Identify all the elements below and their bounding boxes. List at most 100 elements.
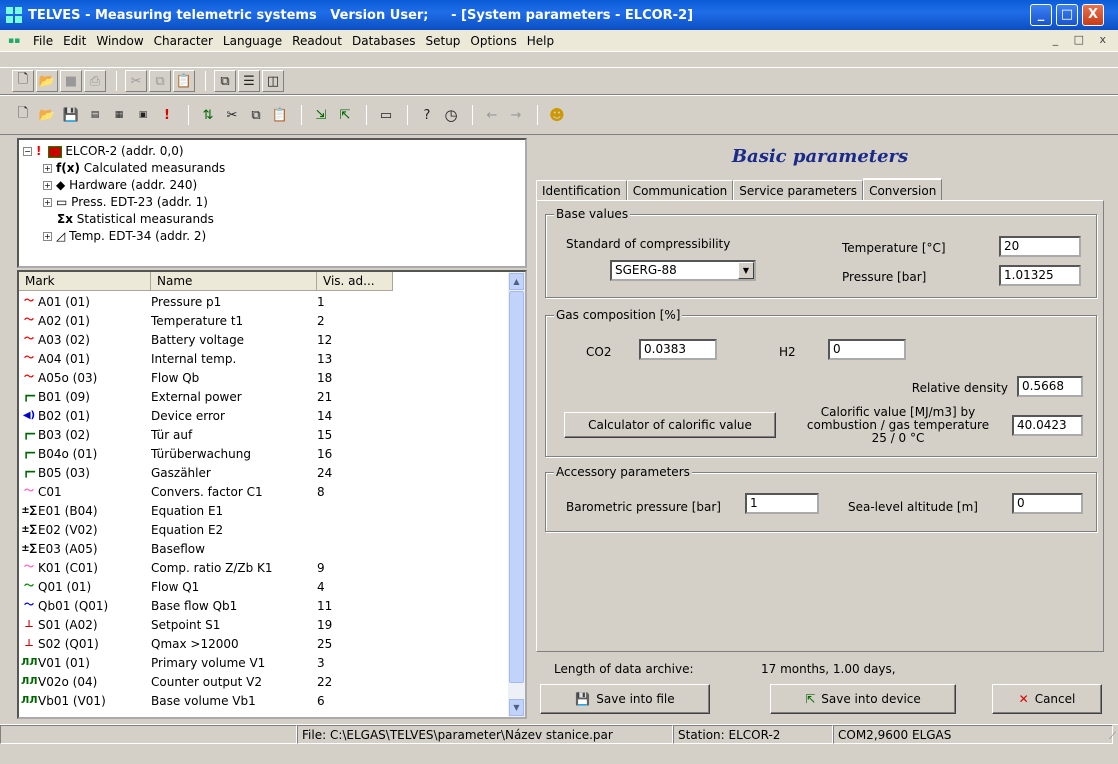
expand-icon[interactable]: +: [43, 181, 52, 190]
tile-vertical-icon[interactable]: ◫: [262, 70, 284, 92]
dpc-icon[interactable]: ▤: [84, 104, 106, 126]
menu-setup[interactable]: Setup: [420, 34, 465, 48]
menu-databases[interactable]: Databases: [347, 34, 421, 48]
copy-icon[interactable]: ⧉: [149, 70, 171, 92]
transfer-icon[interactable]: ⇅: [197, 104, 219, 126]
menu-window[interactable]: Window: [91, 34, 148, 48]
device-tree[interactable]: −! ELCOR-2 (addr. 0,0) + f(x) Calculated …: [17, 138, 527, 268]
list-item[interactable]: ±∑ E01 (B04) Equation E1: [19, 501, 397, 520]
scroll-up-icon[interactable]: ▲: [509, 273, 524, 290]
open-icon[interactable]: 📂: [36, 70, 58, 92]
co2-input[interactable]: 0.0383: [639, 339, 717, 360]
tree-node-temperature[interactable]: + ◿ Temp. EDT-34 (addr. 2): [43, 229, 206, 243]
menu-help[interactable]: Help: [522, 34, 559, 48]
list-item[interactable]: ЛЛ V02o (04) Counter output V2 22: [19, 672, 397, 691]
save-icon[interactable]: ■: [60, 70, 82, 92]
temperature-input[interactable]: 20: [999, 236, 1081, 257]
tab-service[interactable]: Service parameters: [733, 180, 864, 200]
tab-identification[interactable]: Identification: [536, 180, 627, 200]
save-icon[interactable]: 💾: [60, 104, 82, 126]
pressure-input[interactable]: 1.01325: [999, 265, 1081, 286]
list-item[interactable]: ┏━ B05 (03) Gaszähler 24: [19, 463, 397, 482]
tree-node-statistical[interactable]: Σx Statistical measurands: [57, 212, 214, 226]
measurand-list[interactable]: Mark Name Vis. ad... 〜 A01 (01) Pressure p…: [17, 270, 527, 719]
tile-horizontal-icon[interactable]: ☰: [238, 70, 260, 92]
menu-options[interactable]: Options: [465, 34, 521, 48]
copy-icon[interactable]: ⧉: [245, 104, 267, 126]
column-mark[interactable]: Mark: [19, 272, 151, 290]
list-item[interactable]: ±∑ E02 (V02) Equation E2: [19, 520, 397, 539]
list-item[interactable]: 〜 K01 (C01) Comp. ratio Z/Zb K1 9: [19, 558, 397, 577]
column-name[interactable]: Name: [151, 272, 317, 290]
tab-communication[interactable]: Communication: [626, 180, 734, 200]
list-item[interactable]: ⊥ S01 (A02) Setpoint S1 19: [19, 615, 397, 634]
cut-icon[interactable]: ✂: [221, 104, 243, 126]
cascade-icon[interactable]: ⧉: [214, 70, 236, 92]
cut-icon[interactable]: ✂: [125, 70, 147, 92]
list-item[interactable]: 〜 C01 Convers. factor C1 8: [19, 482, 397, 501]
standard-select[interactable]: SGERG-88 ▼: [610, 260, 756, 281]
minimize-button[interactable]: _: [1030, 4, 1052, 26]
list-item[interactable]: 〜 A02 (01) Temperature t1 2: [19, 311, 397, 330]
list-item[interactable]: ┏━ B03 (02) Tür auf 15: [19, 425, 397, 444]
mdi-doc-icon[interactable]: ▪▪: [8, 36, 24, 46]
list-item[interactable]: ┏━ B04o (01) Türüberwachung 16: [19, 444, 397, 463]
menu-character[interactable]: Character: [149, 34, 218, 48]
clock-icon[interactable]: ◷: [440, 104, 462, 126]
tab-conversion[interactable]: Conversion: [863, 178, 943, 200]
list-item[interactable]: 〜 A04 (01) Internal temp. 13: [19, 349, 397, 368]
expand-icon[interactable]: +: [43, 164, 52, 173]
close-button[interactable]: X: [1082, 4, 1104, 26]
paste-icon[interactable]: 📋: [269, 104, 291, 126]
menu-edit[interactable]: Edit: [58, 34, 91, 48]
scroll-thumb[interactable]: [509, 291, 524, 683]
list-item[interactable]: 〜 Qb01 (Q01) Base flow Qb1 11: [19, 596, 397, 615]
resize-grip-icon[interactable]: ⟋: [1109, 731, 1116, 742]
scroll-down-icon[interactable]: ▼: [509, 699, 524, 716]
dropdown-arrow-icon[interactable]: ▼: [738, 262, 754, 279]
list-item[interactable]: 〜 A01 (01) Pressure p1 1: [19, 292, 397, 311]
warning-icon[interactable]: !: [156, 104, 178, 126]
menu-readout[interactable]: Readout: [287, 34, 347, 48]
title-bar[interactable]: TELVES - Measuring telemetric systems Ve…: [0, 0, 1118, 30]
tree-node-calculated[interactable]: + f(x) Calculated measurands: [43, 161, 225, 175]
list-item[interactable]: 〜 A03 (02) Battery voltage 12: [19, 330, 397, 349]
print-icon[interactable]: ⎙: [84, 70, 106, 92]
mdi-controls[interactable]: _ □ x: [1053, 33, 1112, 46]
h2-input[interactable]: 0: [828, 339, 906, 360]
list-scrollbar[interactable]: ▲ ▼: [508, 272, 525, 717]
sc-icon[interactable]: ▦: [108, 104, 130, 126]
context-help-icon[interactable]: ?: [416, 104, 438, 126]
density-input[interactable]: 0.5668: [1017, 376, 1083, 397]
barometric-input[interactable]: 1: [745, 493, 819, 514]
paste-icon[interactable]: 📋: [173, 70, 195, 92]
list-item[interactable]: ⊥ S02 (Q01) Qmax >12000 25: [19, 634, 397, 653]
collapse-icon[interactable]: −: [23, 147, 32, 156]
save-file-button[interactable]: 💾 Save into file: [540, 684, 710, 714]
back-arrow-icon[interactable]: ←: [481, 104, 503, 126]
list-item[interactable]: 〜 Q01 (01) Flow Q1 4: [19, 577, 397, 596]
tree-node-hardware[interactable]: + ◆ Hardware (addr. 240): [43, 178, 197, 192]
list-item[interactable]: ┏━ B01 (09) External power 21: [19, 387, 397, 406]
report-icon[interactable]: ▣: [132, 104, 154, 126]
calorific-input[interactable]: 40.0423: [1012, 415, 1083, 436]
list-item[interactable]: 〜 A05o (03) Flow Qb 18: [19, 368, 397, 387]
expand-icon[interactable]: +: [43, 198, 52, 207]
save-device-button[interactable]: ⇱ Save into device: [770, 684, 956, 714]
maximize-button[interactable]: □: [1056, 4, 1078, 26]
list-item[interactable]: ЛЛ V01 (01) Primary volume V1 3: [19, 653, 397, 672]
column-vis-addr[interactable]: Vis. ad...: [317, 272, 393, 290]
tree-root[interactable]: −! ELCOR-2 (addr. 0,0): [23, 144, 184, 158]
read-device-icon[interactable]: ⇲: [310, 104, 332, 126]
menu-file[interactable]: File: [28, 34, 58, 48]
list-item[interactable]: ◀) B02 (01) Device error 14: [19, 406, 397, 425]
menu-language[interactable]: Language: [218, 34, 287, 48]
open-icon[interactable]: 📂: [36, 104, 58, 126]
tree-node-pressure[interactable]: + ▭ Press. EDT-23 (addr. 1): [43, 195, 208, 209]
new-icon[interactable]: 🗋: [12, 104, 34, 126]
smiley-icon[interactable]: ☻: [546, 104, 568, 126]
new-icon[interactable]: 🗋: [12, 70, 34, 92]
altitude-input[interactable]: 0: [1012, 493, 1083, 514]
list-item[interactable]: ЛЛ Vb01 (V01) Base volume Vb1 6: [19, 691, 397, 710]
cancel-button[interactable]: ✕ Cancel: [992, 684, 1102, 714]
